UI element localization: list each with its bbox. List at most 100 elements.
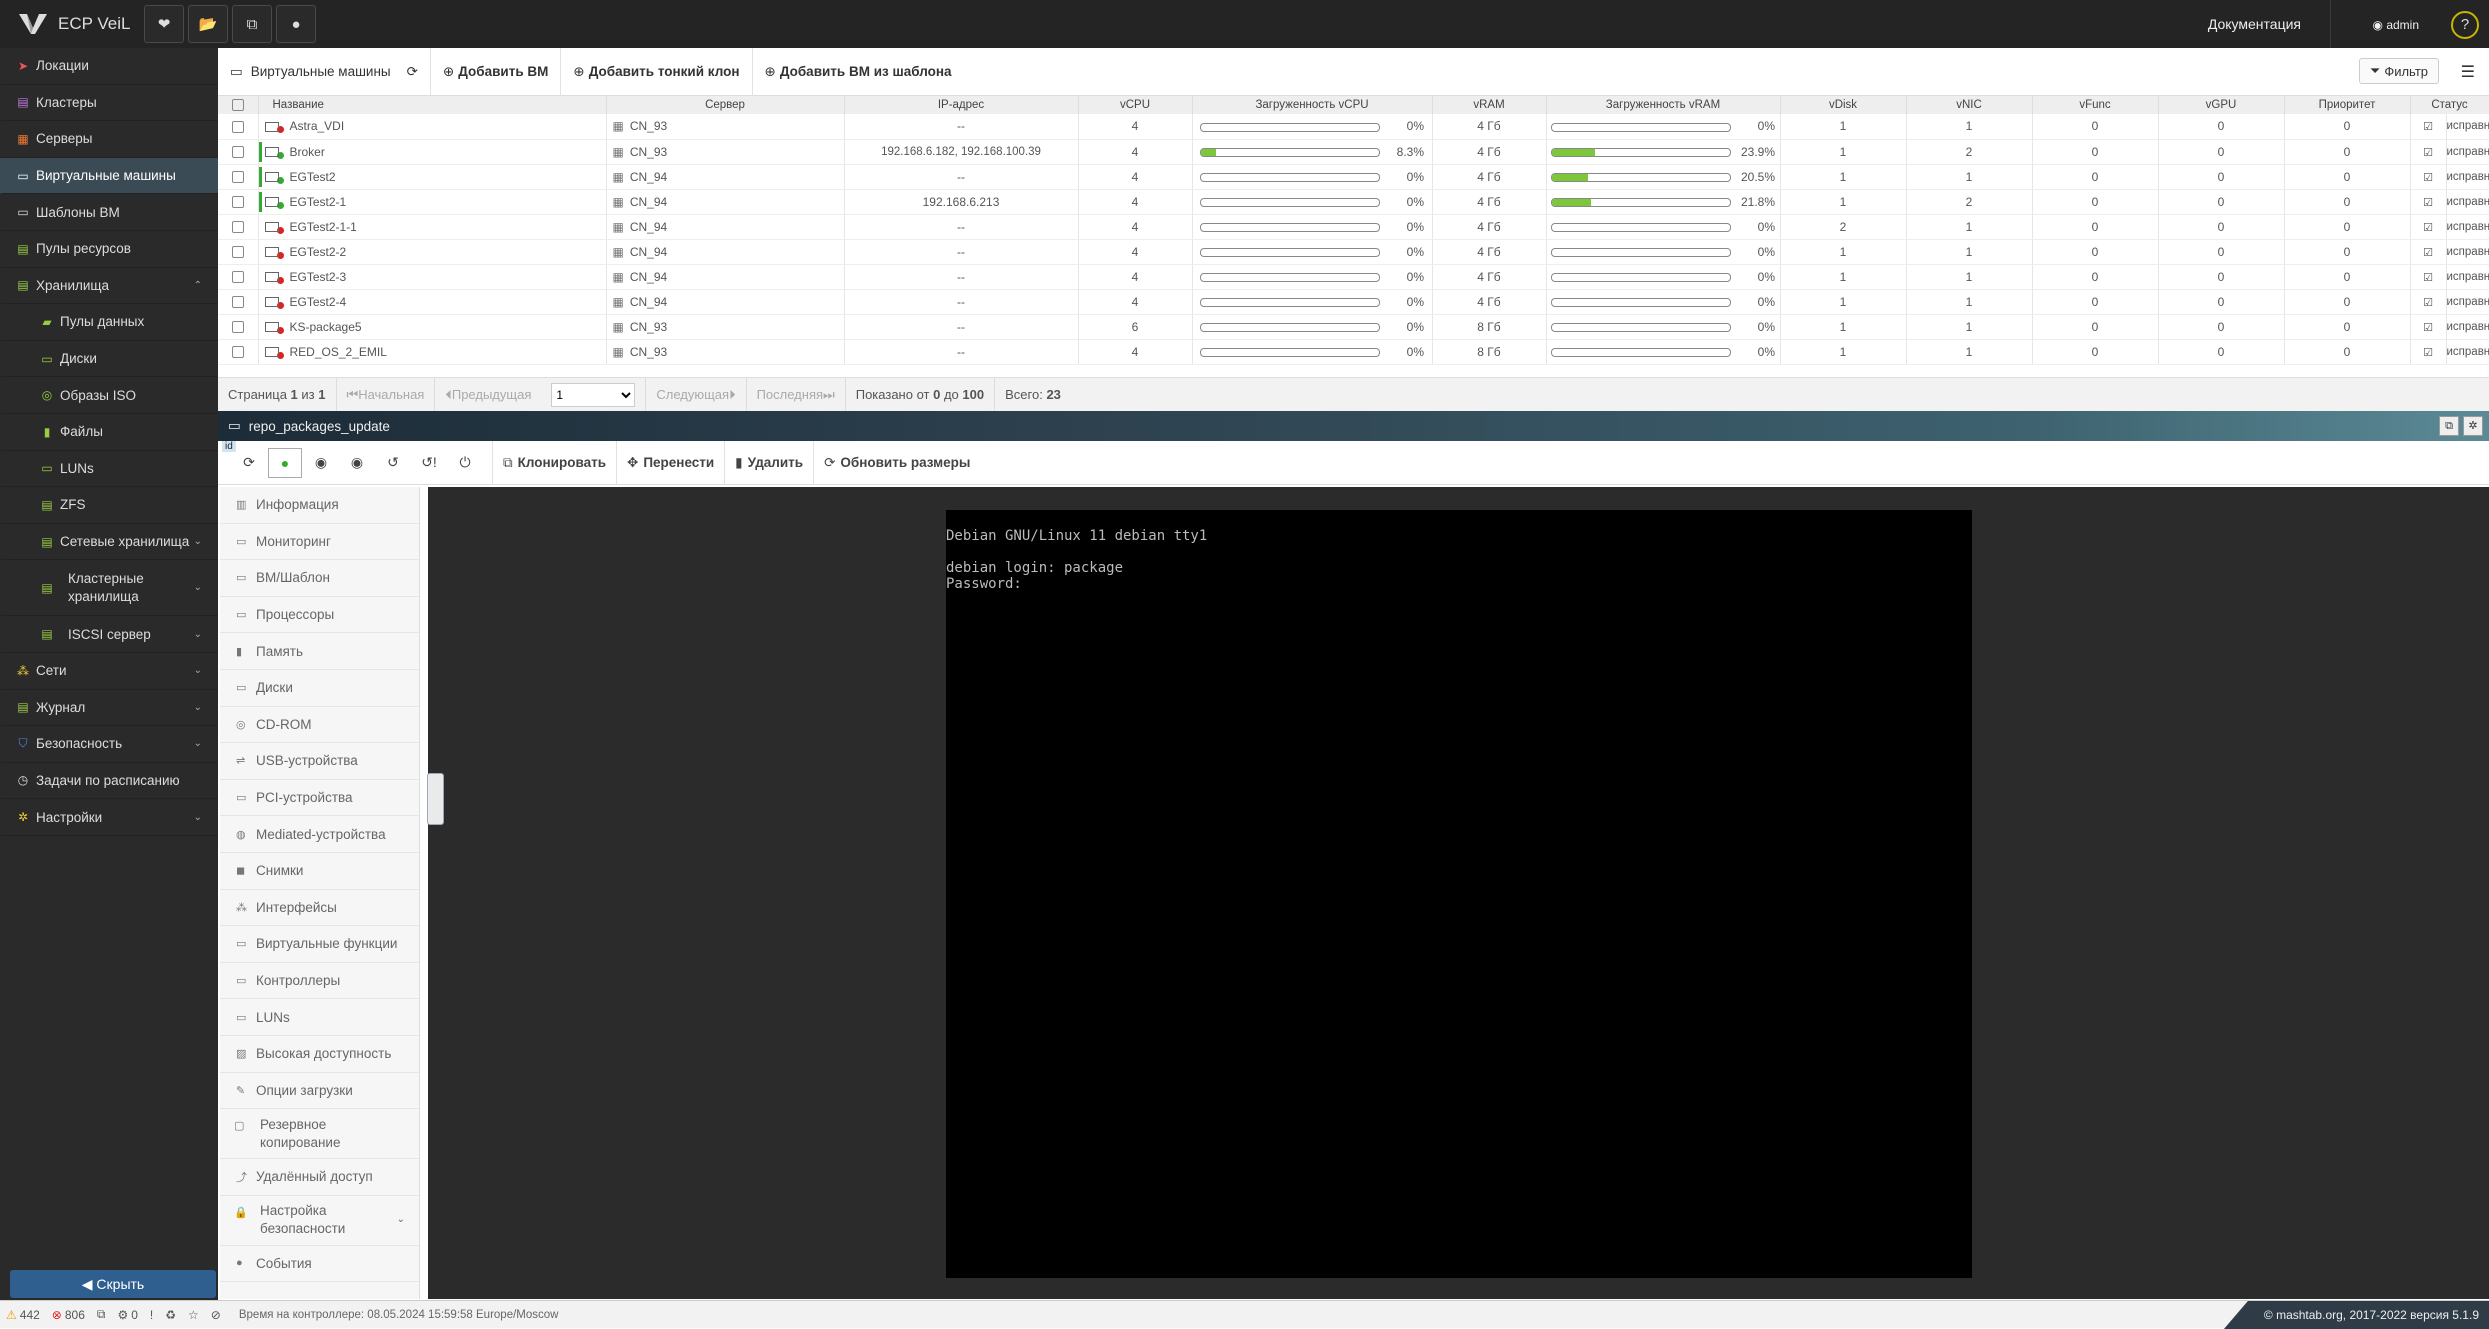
vm-name-cell[interactable]: EGTest2 xyxy=(258,164,607,190)
vm-name-cell[interactable]: Broker xyxy=(258,139,607,165)
select-all-checkbox[interactable] xyxy=(218,96,259,114)
vm-menu-item[interactable]: ▥ Информация xyxy=(220,487,419,524)
reboot-vm-button[interactable]: ↺ xyxy=(376,448,410,478)
vm-name-cell[interactable]: RED_OS_2_EMIL xyxy=(258,339,607,365)
col-ip[interactable]: IP-адрес xyxy=(844,96,1079,114)
sidebar-item-networks[interactable]: ⁂ Сети ⌄ xyxy=(0,653,218,690)
col-server[interactable]: Сервер xyxy=(606,96,845,114)
sidebar-item-disks[interactable]: ▭ Диски xyxy=(0,341,218,378)
server-cell[interactable]: ▦ CN_94 xyxy=(606,214,845,240)
vm-menu-item[interactable]: ▭ Диски xyxy=(220,670,419,707)
next-page-button[interactable]: Следующая ⏵ xyxy=(645,377,745,412)
refresh-vm-button[interactable]: ⟳ xyxy=(232,448,266,478)
vm-menu-item[interactable]: ◼ Снимки xyxy=(220,853,419,890)
vm-menu-item[interactable]: ⁂ Интерфейсы xyxy=(220,890,419,927)
col-vfunc[interactable]: vFunc xyxy=(2032,96,2159,114)
folder-button[interactable]: 📂 xyxy=(188,5,228,43)
sidebar-item-luns[interactable]: ▭ LUNs xyxy=(0,451,218,488)
col-status[interactable]: Статус xyxy=(2410,96,2489,114)
col-priority[interactable]: Приоритет xyxy=(2284,96,2411,114)
row-checkbox[interactable] xyxy=(218,139,259,165)
sidebar-item-iso[interactable]: ◎ Образы ISO xyxy=(0,377,218,414)
col-ram-load[interactable]: Загруженность vRAM xyxy=(1546,96,1781,114)
col-cpu-load[interactable]: Загруженность vCPU xyxy=(1192,96,1433,114)
sidebar-item-cluster-storages[interactable]: ▤ Кластерные хранилища ⌄ xyxy=(0,560,218,617)
vm-menu-item[interactable]: ▨ Высокая доступность xyxy=(220,1036,419,1073)
refresh-icon[interactable]: ⟳ xyxy=(407,64,418,80)
sidebar-item-clusters[interactable]: ▤ Кластеры xyxy=(0,85,218,122)
detach-window-icon[interactable]: ⧉ xyxy=(2439,416,2459,436)
page-select[interactable]: 1 xyxy=(551,382,636,407)
filter-button[interactable]: ⏷ Фильтр xyxy=(2358,58,2439,84)
errors-indicator[interactable]: ⊗ 806 xyxy=(46,1308,91,1322)
vm-menu-item[interactable]: ✎ Опции загрузки xyxy=(220,1073,419,1110)
vm-menu-item[interactable]: ▭ Мониторинг xyxy=(220,524,419,561)
server-cell[interactable]: ▦ CN_93 xyxy=(606,139,845,165)
hide-sidebar-button[interactable]: ◀ Скрыть xyxy=(10,1270,216,1298)
sidebar-item-servers[interactable]: ▦ Серверы xyxy=(0,121,218,158)
copy-status-button[interactable]: ⧉ xyxy=(91,1307,112,1322)
row-checkbox[interactable] xyxy=(218,314,259,340)
add-thin-clone-button[interactable]: ⊕ Добавить тонкий клон xyxy=(561,47,753,96)
vm-menu-item[interactable]: ▭ Процессоры xyxy=(220,597,419,634)
alert-button[interactable]: ! xyxy=(144,1308,159,1322)
row-checkbox[interactable] xyxy=(218,264,259,290)
row-checkbox[interactable] xyxy=(218,289,259,315)
table-row[interactable]: EGTest2-2▦CN_94--40%4 Гб0%11000☑исправно xyxy=(218,239,2489,265)
vm-name-cell[interactable]: Astra_VDI xyxy=(258,114,607,140)
vm-menu-item[interactable]: ▢ Резервное копирование xyxy=(220,1109,419,1160)
server-cell[interactable]: ▦ CN_94 xyxy=(606,164,845,190)
move-button[interactable]: ✥ Перенести xyxy=(616,440,724,485)
poweroff-vm-button[interactable]: ⏻ xyxy=(448,448,482,478)
server-cell[interactable]: ▦ CN_94 xyxy=(606,264,845,290)
sidebar-item-locations[interactable]: ➤ Локации xyxy=(0,48,218,85)
panel-splitter-handle[interactable] xyxy=(427,773,444,825)
vm-name-cell[interactable]: EGTest2-3 xyxy=(258,264,607,290)
table-row[interactable]: KS-package5 ▦ CN_93 -- 6 0% 8 Гб 0% 1 1 0 0 0 ☑ исправ… xyxy=(218,314,2489,340)
table-row[interactable]: Broker ▦ CN_93 192.168.6.182, 192.168.100.3… xyxy=(218,139,2489,165)
col-vcpu[interactable]: vCPU xyxy=(1078,96,1193,114)
refresh-sizes-button[interactable]: ⟳ Обновить размеры xyxy=(813,440,980,485)
clone-button[interactable]: ⧉ Клонировать xyxy=(492,440,616,485)
vm-name-cell[interactable]: EGTest2-1 xyxy=(258,189,607,215)
row-checkbox[interactable] xyxy=(218,339,259,365)
settings-gear-icon[interactable]: ✲ xyxy=(2463,416,2483,436)
vm-name-cell[interactable]: EGTest2-1-1 xyxy=(258,214,607,240)
sidebar-item-journal[interactable]: ▤ Журнал ⌄ xyxy=(0,690,218,727)
server-cell[interactable]: ▦ CN_94 xyxy=(606,189,845,215)
sidebar-item-storages[interactable]: ▤ Хранилища ⌃ xyxy=(0,268,218,305)
vm-menu-item[interactable]: ● События xyxy=(220,1246,419,1283)
vm-console-screen[interactable]: Debian GNU/Linux 11 debian tty1 debian lo… xyxy=(946,510,1972,1278)
tasks-indicator[interactable]: ⚙ 0 xyxy=(111,1308,143,1322)
row-checkbox[interactable] xyxy=(218,189,259,215)
vm-name-cell[interactable]: KS-package5 xyxy=(258,314,607,340)
favorites-button[interactable]: ☆ xyxy=(182,1308,205,1322)
vm-menu-item[interactable]: ▭ ВМ/Шаблон xyxy=(220,560,419,597)
vm-menu-item[interactable]: ◎ CD-ROM xyxy=(220,707,419,744)
help-button[interactable]: ? xyxy=(2451,11,2479,39)
table-row[interactable]: EGTest2-4▦CN_94--40%4 Гб0%11000☑исправно xyxy=(218,289,2489,315)
col-vnic[interactable]: vNIC xyxy=(1906,96,2033,114)
sidebar-item-zfs[interactable]: ▤ ZFS xyxy=(0,487,218,524)
first-page-button[interactable]: ⏮ Начальная xyxy=(335,377,435,412)
vm-name-cell[interactable]: EGTest2-4 xyxy=(258,289,607,315)
sidebar-item-datapools[interactable]: ▰ Пулы данных xyxy=(0,304,218,341)
block-button[interactable]: ⊘ xyxy=(205,1308,227,1322)
sidebar-item-settings[interactable]: ✲ Настройки ⌄ xyxy=(0,799,218,836)
vm-menu-item[interactable]: ⇌ USB-устройства xyxy=(220,743,419,780)
table-row[interactable]: EGTest2-3▦CN_94--40%4 Гб0%11000☑исправно xyxy=(218,264,2489,290)
table-row[interactable]: Astra_VDI▦CN_93--40%4 Гб0%11000☑исправно xyxy=(218,114,2489,140)
recycle-button[interactable]: ♻ xyxy=(159,1308,182,1322)
columns-menu-icon[interactable]: ☰ xyxy=(2461,62,2475,82)
force-reboot-vm-button[interactable]: ↺! xyxy=(412,448,446,478)
col-name[interactable]: Название xyxy=(258,96,607,114)
server-cell[interactable]: ▦ CN_93 xyxy=(606,114,845,140)
server-cell[interactable]: ▦ CN_94 xyxy=(606,289,845,315)
col-vram[interactable]: vRAM xyxy=(1432,96,1547,114)
vm-menu-item[interactable]: ▭ Виртуальные функции xyxy=(220,926,419,963)
user-menu[interactable]: ◉ admin xyxy=(2373,18,2420,32)
add-from-template-button[interactable]: ⊕ Добавить ВМ из шаблона xyxy=(753,48,964,96)
col-vdisk[interactable]: vDisk xyxy=(1780,96,1907,114)
last-page-button[interactable]: Последняя ⏭ xyxy=(745,377,845,412)
sidebar-item-files[interactable]: ▮ Файлы xyxy=(0,414,218,451)
